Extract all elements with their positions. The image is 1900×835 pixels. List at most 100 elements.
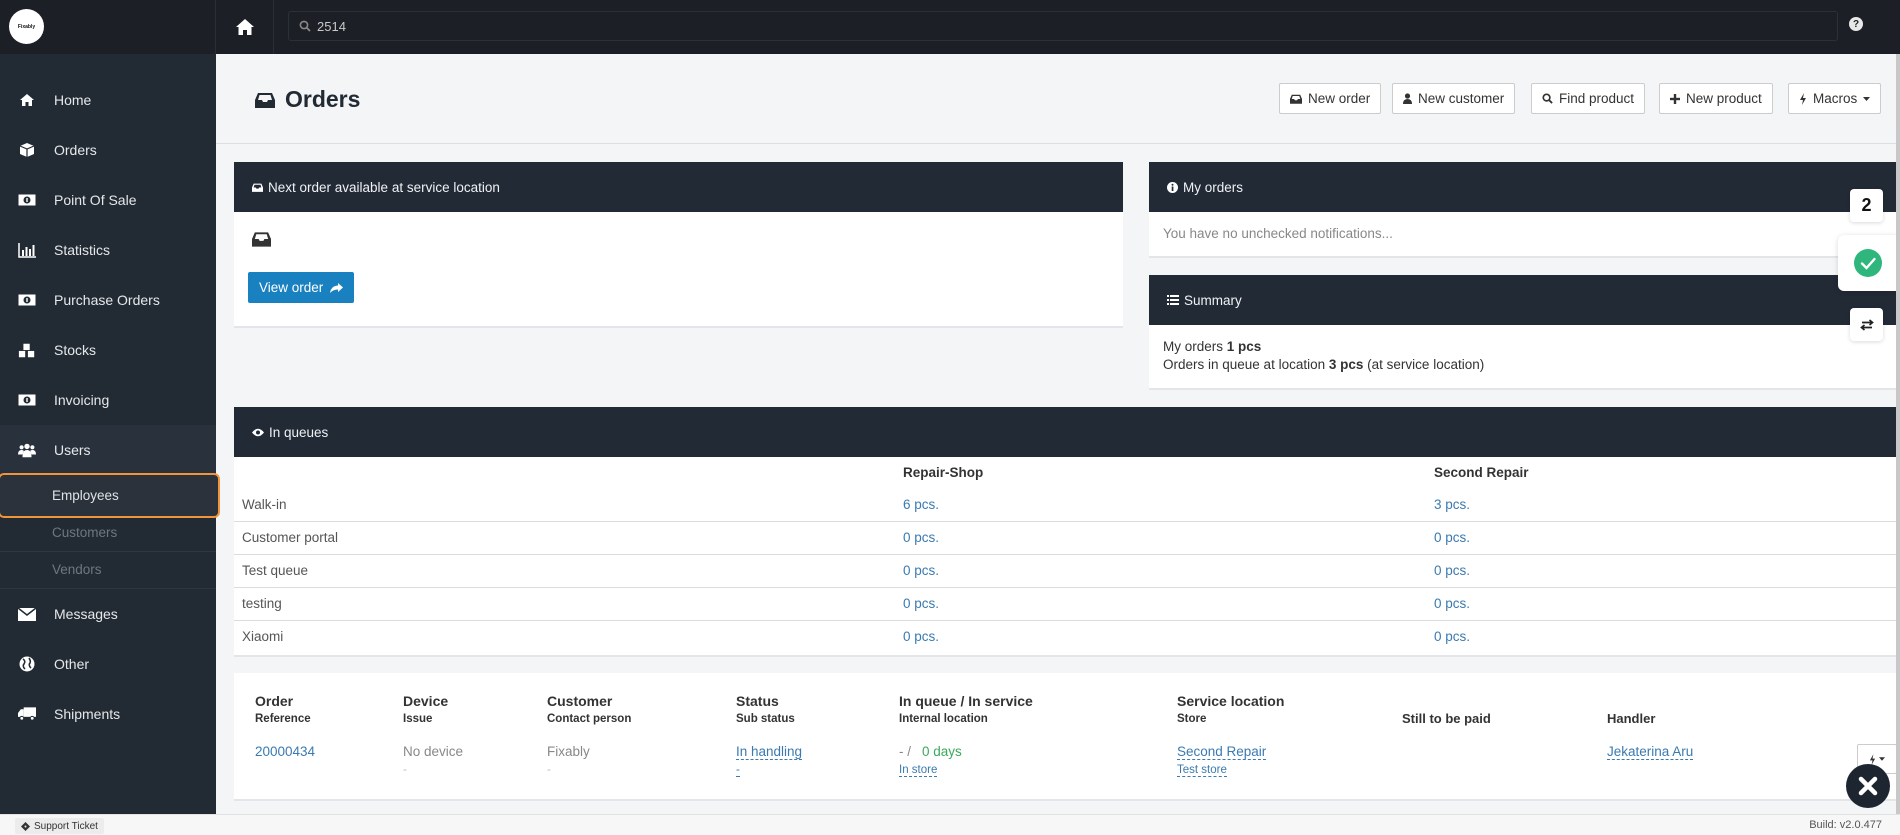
queue-count-link[interactable]: 0 pcs. bbox=[903, 629, 939, 644]
contact-value: - bbox=[547, 764, 551, 776]
sidebar-item-point-of-sale[interactable]: Point Of Sale bbox=[0, 175, 216, 225]
money-icon bbox=[18, 391, 36, 409]
page-scrollbar[interactable] bbox=[1896, 54, 1900, 814]
top-bar: Fixably ? bbox=[0, 0, 1900, 54]
find-product-button[interactable]: Find product bbox=[1531, 83, 1646, 114]
queue-count-link[interactable]: 0 pcs. bbox=[903, 596, 939, 611]
logo-text: Fixably bbox=[17, 23, 36, 30]
sub-status-link[interactable]: - bbox=[736, 764, 740, 777]
order-number-link[interactable]: 20000434 bbox=[255, 744, 315, 759]
sidebar-subitem-customers[interactable]: Customers bbox=[0, 514, 216, 551]
store-link[interactable]: Test store bbox=[1177, 764, 1227, 777]
button-label: New customer bbox=[1418, 91, 1505, 106]
internal-location-link[interactable]: In store bbox=[899, 764, 938, 777]
ticket-icon bbox=[21, 821, 30, 831]
sidebar-item-orders[interactable]: Orders bbox=[0, 125, 216, 175]
column-subheader: Store bbox=[1177, 713, 1207, 725]
queue-name: Xiaomi bbox=[242, 629, 284, 644]
home-button[interactable] bbox=[216, 0, 274, 54]
sidebar-item-shipments[interactable]: Shipments bbox=[0, 689, 216, 739]
inbox-icon bbox=[255, 92, 275, 108]
divider bbox=[216, 143, 1900, 144]
queue-name: Customer portal bbox=[242, 530, 339, 545]
queue-count-link[interactable]: 0 pcs. bbox=[1434, 596, 1470, 611]
button-label: New product bbox=[1686, 91, 1762, 106]
close-widget-button[interactable] bbox=[1846, 764, 1890, 808]
sidebar-item-invoicing[interactable]: Invoicing bbox=[0, 375, 216, 425]
sidebar-item-users[interactable]: Users bbox=[0, 425, 216, 475]
queue-row: Customer portal 0 pcs. 0 pcs. bbox=[234, 522, 1900, 555]
my-orders-panel: My orders You have no unchecked notifica… bbox=[1149, 162, 1900, 256]
column-subheader: Reference bbox=[255, 713, 311, 725]
summary-value: 1 pcs bbox=[1226, 339, 1262, 354]
sidebar-item-home[interactable]: Home bbox=[0, 75, 216, 125]
queue-count-link[interactable]: 6 pcs. bbox=[903, 497, 939, 512]
issue-value: - bbox=[403, 764, 407, 776]
column-subheader: Issue bbox=[403, 713, 433, 725]
inbox-icon bbox=[252, 232, 271, 247]
column-header: Status bbox=[736, 693, 779, 709]
service-location-link[interactable]: Second Repair bbox=[1177, 744, 1267, 760]
summary-panel: Summary My orders 1 pcs Orders in queue … bbox=[1149, 275, 1900, 388]
status-check-widget[interactable] bbox=[1838, 235, 1898, 291]
orders-table: Order Reference Device Issue Customer Co… bbox=[234, 673, 1900, 799]
column-header: Device bbox=[403, 693, 449, 709]
badge-count: 2 bbox=[1861, 195, 1872, 215]
view-order-button[interactable]: View order bbox=[248, 272, 355, 303]
new-order-button[interactable]: New order bbox=[1279, 83, 1382, 114]
exchange-icon bbox=[1859, 318, 1874, 331]
check-circle-icon bbox=[1854, 249, 1882, 277]
sidebar-item-other[interactable]: Other bbox=[0, 639, 216, 689]
footer: Support Ticket Build: v2.0.477 bbox=[0, 814, 1900, 835]
bolt-icon bbox=[1800, 92, 1806, 105]
support-ticket-button[interactable]: Support Ticket bbox=[15, 818, 104, 834]
macros-dropdown[interactable]: Macros bbox=[1788, 83, 1882, 114]
queue-count-link[interactable]: 0 pcs. bbox=[1434, 629, 1470, 644]
home-icon bbox=[235, 19, 254, 35]
summary-my-orders: My orders 1 pcs bbox=[1163, 339, 1261, 354]
queue-count-link[interactable]: 0 pcs. bbox=[903, 530, 939, 545]
sidebar-subitem-employees[interactable]: Employees bbox=[0, 473, 220, 518]
sidebar-subitem-vendors[interactable]: Vendors bbox=[0, 551, 216, 588]
queue-count-link[interactable]: 3 pcs. bbox=[1434, 497, 1470, 512]
sidebar-item-label: Invoicing bbox=[54, 392, 110, 408]
logo-area: Fixably bbox=[0, 0, 216, 54]
notification-count-badge[interactable]: 2 bbox=[1850, 189, 1883, 222]
queue-count-link[interactable]: 0 pcs. bbox=[1434, 530, 1470, 545]
sidebar-item-label: Messages bbox=[54, 606, 118, 622]
handler-link[interactable]: Jekaterina Aru bbox=[1607, 744, 1694, 760]
sidebar-item-label: Users bbox=[54, 442, 91, 458]
page-title-text: Orders bbox=[285, 86, 361, 112]
bar-chart-icon bbox=[18, 241, 36, 259]
app-logo[interactable]: Fixably bbox=[9, 9, 44, 44]
customer-value: Fixably bbox=[547, 744, 590, 759]
next-order-panel: Next order available at service location… bbox=[234, 162, 1123, 326]
search-input[interactable] bbox=[317, 18, 1817, 34]
new-product-button[interactable]: New product bbox=[1659, 83, 1773, 114]
sidebar-item-stocks[interactable]: Stocks bbox=[0, 325, 216, 375]
queue-count-link[interactable]: 0 pcs. bbox=[1434, 563, 1470, 578]
column-header: Second Repair bbox=[1434, 465, 1529, 480]
sidebar-item-messages[interactable]: Messages bbox=[0, 589, 216, 639]
column-header: Service location bbox=[1177, 693, 1285, 709]
search-box[interactable] bbox=[288, 11, 1838, 41]
sidebar-item-statistics[interactable]: Statistics bbox=[0, 225, 216, 275]
sidebar-item-purchase-orders[interactable]: Purchase Orders bbox=[0, 275, 216, 325]
button-label: New order bbox=[1308, 91, 1371, 106]
summary-label: Orders in queue at location bbox=[1163, 357, 1326, 372]
help-icon[interactable]: ? bbox=[1849, 17, 1863, 31]
sidebar-item-label: Other bbox=[54, 656, 90, 672]
new-customer-button[interactable]: New customer bbox=[1392, 83, 1516, 114]
sidebar-subitem-label: Employees bbox=[52, 488, 119, 503]
status-link[interactable]: In handling bbox=[736, 744, 803, 760]
column-header: Still to be paid bbox=[1402, 711, 1491, 726]
close-icon bbox=[1858, 776, 1878, 796]
queue-row: Walk-in 6 pcs. 3 pcs. bbox=[234, 489, 1900, 522]
queue-row: testing 0 pcs. 0 pcs. bbox=[234, 588, 1900, 621]
swap-button[interactable] bbox=[1850, 308, 1883, 341]
summary-label: My orders bbox=[1163, 339, 1224, 354]
column-header: In queue / In service bbox=[899, 693, 1033, 709]
queue-count-link[interactable]: 0 pcs. bbox=[903, 563, 939, 578]
cube-icon bbox=[18, 141, 36, 159]
panel-title: Summary bbox=[1184, 292, 1242, 308]
